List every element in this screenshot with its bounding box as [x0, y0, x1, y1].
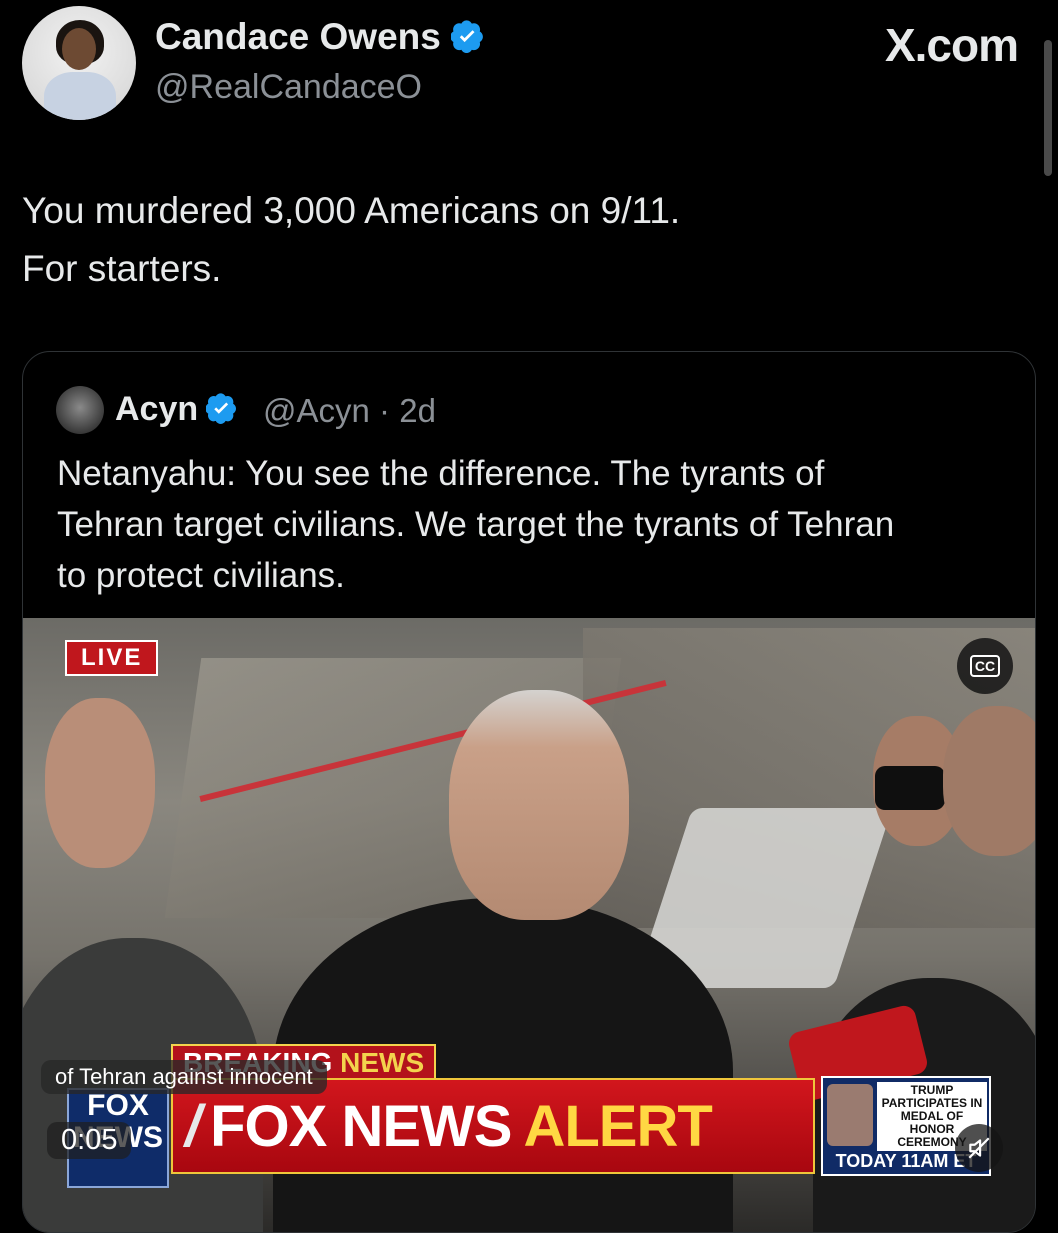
quote-text: Netanyahu: You see the difference. The t… — [57, 448, 1017, 601]
tweet-line: For starters. — [22, 248, 222, 289]
tweet-line: You murdered 3,000 Americans on 9/11. — [22, 190, 681, 231]
quote-line: Tehran target civilians. We target the t… — [57, 505, 895, 544]
video-timestamp: 0:05 — [47, 1122, 132, 1159]
bystander-left-head — [45, 698, 155, 868]
logo-line: FOX — [87, 1089, 149, 1122]
alert-word: ALERT — [523, 1093, 712, 1159]
quote-line: Netanyahu: You see the difference. The t… — [57, 454, 825, 493]
video-caption: of Tehran against innocent — [41, 1060, 327, 1094]
scrollbar[interactable] — [1044, 40, 1052, 176]
mute-icon[interactable] — [955, 1124, 1003, 1172]
meta-separator: · — [379, 392, 400, 429]
alert-prefix: FOX NEWS — [210, 1093, 512, 1159]
author-name[interactable]: Candace Owens — [155, 16, 441, 58]
slash-mark: / — [185, 1093, 201, 1159]
avatar-shirt — [44, 72, 116, 120]
quote-author-name[interactable]: Acyn — [115, 390, 198, 429]
author-name-row[interactable]: Candace Owens — [155, 16, 487, 58]
quote-avatar[interactable] — [56, 386, 104, 434]
face-mask — [875, 766, 945, 810]
live-badge: LIVE — [65, 640, 159, 676]
closed-captions-icon[interactable]: CC — [957, 638, 1013, 694]
video-player[interactable]: LIVE CC BREAKING NEWS FOX NEWS / FOX NEW… — [23, 618, 1035, 1232]
avatar-face — [62, 28, 96, 70]
cc-label: CC — [969, 655, 1001, 677]
main-speaker-head — [449, 690, 629, 920]
author-handle[interactable]: @RealCandaceO — [155, 68, 422, 107]
bystander-far-right-head — [943, 706, 1035, 856]
quote-handle[interactable]: @Acyn — [263, 392, 370, 429]
quoted-tweet-card[interactable]: Acyn @Acyn · 2d Netanyahu: You see the d… — [22, 351, 1036, 1233]
author-avatar[interactable] — [22, 6, 136, 120]
quote-line: to protect civilians. — [57, 556, 345, 595]
news-word: NEWS — [340, 1047, 425, 1078]
quote-meta: @Acyn · 2d — [263, 392, 436, 430]
verified-badge-icon — [206, 392, 242, 428]
quote-name-row[interactable]: Acyn — [115, 390, 242, 429]
verified-badge-icon — [450, 19, 487, 55]
segment-thumbnail — [827, 1084, 873, 1146]
site-label: X.com — [884, 19, 1019, 71]
quote-age[interactable]: 2d — [399, 392, 436, 429]
tweet-text: You murdered 3,000 Americans on 9/11. Fo… — [22, 182, 1002, 298]
